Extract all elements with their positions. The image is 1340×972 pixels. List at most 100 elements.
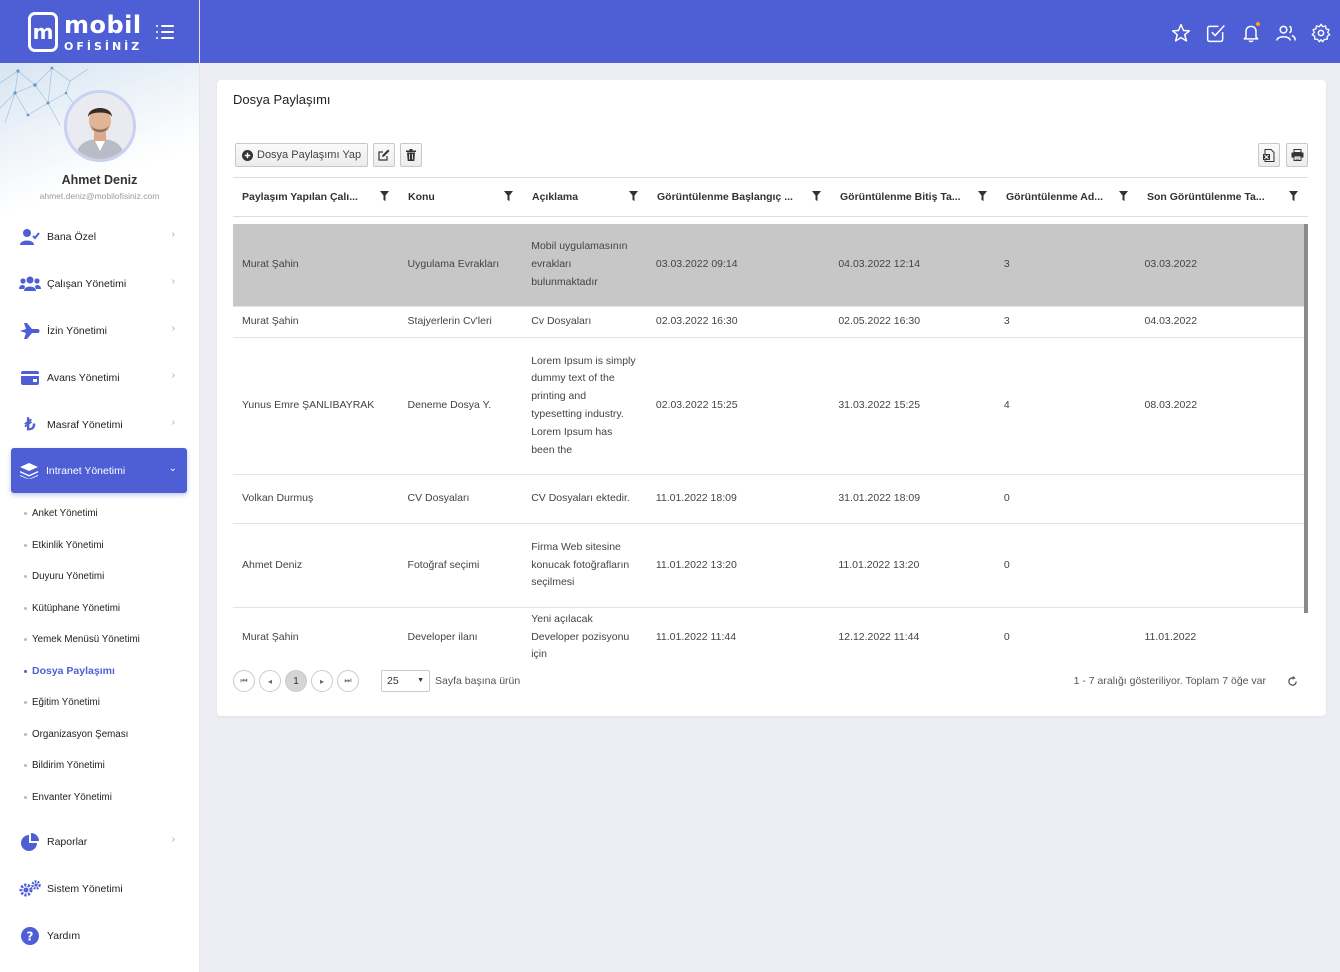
submenu-item-envanter[interactable]: Envanter Yönetimi (0, 782, 199, 814)
sidebar-item-label: Intranet Yönetimi (46, 464, 126, 477)
submenu-item-etkinlik[interactable]: Etkinlik Yönetimi (0, 530, 199, 562)
submenu-item-kutuphane[interactable]: Kütüphane Yönetimi (0, 593, 199, 625)
excel-icon (1263, 148, 1275, 162)
submenu-item-organizasyon-semasi[interactable]: Organizasyon Şeması (0, 719, 199, 751)
page-size-value: 25 (387, 675, 399, 687)
page-size-select[interactable]: 25 ▼ (381, 670, 430, 692)
filter-icon[interactable] (978, 191, 987, 204)
sidebar-item-sistem-yonetimi[interactable]: Sistem Yönetimi (0, 865, 199, 912)
submenu-label: Kütüphane Yönetimi (32, 602, 121, 614)
task-check-icon[interactable] (1205, 22, 1227, 44)
settings-gear-icon[interactable] (1310, 22, 1332, 44)
column-header-label: Görüntülenme Ad... (1006, 191, 1104, 203)
column-header[interactable]: Görüntülenme Bitiş Ta... (831, 178, 997, 216)
menu-toggle-icon[interactable] (156, 24, 175, 39)
sidebar: m mobil OFİSİNİZ Ahmet Deniz ahmet.deniz… (0, 0, 200, 972)
current-page-button[interactable]: 1 (285, 670, 307, 692)
trash-icon (406, 149, 417, 161)
export-excel-button[interactable] (1258, 143, 1280, 167)
help-icon: ? (19, 926, 41, 946)
pie-chart-icon (19, 832, 41, 852)
chevron-right-icon: › (171, 417, 175, 428)
sidebar-item-izin-yonetimi[interactable]: İzin Yönetimi › (0, 307, 199, 354)
submenu-item-egitim[interactable]: Eğitim Yönetimi (0, 687, 199, 719)
bullet-icon (24, 543, 27, 547)
add-file-share-button[interactable]: Dosya Paylaşımı Yap (235, 143, 369, 167)
table-cell: Ahmet Deniz (242, 558, 303, 571)
table-cell: 03.03.2022 (1144, 258, 1198, 271)
table-cell: Deneme Dosya Y. (407, 399, 492, 412)
chevron-right-icon: › (171, 276, 175, 287)
submenu-item-dosya-paylasimi[interactable]: Dosya Paylaşımı (0, 656, 199, 688)
avatar[interactable] (64, 90, 136, 162)
table-cell: Developer ilanı (407, 630, 478, 643)
people-icon[interactable] (1275, 22, 1297, 44)
filter-icon[interactable] (1119, 191, 1128, 204)
table-cell: 3 (1003, 258, 1010, 271)
sidebar-item-avans-yonetimi[interactable]: Avans Yönetimi › (0, 354, 199, 401)
submenu-label: Etkinlik Yönetimi (32, 539, 104, 551)
delete-button[interactable] (400, 143, 423, 167)
sidebar-item-calisan-yonetimi[interactable]: Çalışan Yönetimi › (0, 260, 199, 307)
table-row[interactable]: Volkan Durmuş CV Dosyaları CV Dosyaları ek… (233, 475, 1305, 524)
print-button[interactable] (1286, 143, 1308, 167)
filter-icon[interactable] (812, 191, 821, 204)
table-cell: 02.03.2022 16:30 (655, 315, 738, 328)
sidebar-item-label: Yardım (47, 929, 81, 942)
first-page-icon[interactable]: ⏮ (233, 670, 255, 692)
submenu-item-yemek-menusu[interactable]: Yemek Menüsü Yönetimi (0, 624, 199, 656)
table-row[interactable]: Ahmet Deniz Fotoğraf seçimi Firma Web site… (233, 524, 1305, 608)
bell-icon[interactable] (1240, 22, 1262, 44)
edit-button[interactable] (373, 143, 396, 167)
sidebar-item-label: Sistem Yönetimi (47, 882, 123, 895)
table-row[interactable]: Yunus Emre ŞANLIBAYRAK Deneme Dosya Y. Lor… (233, 338, 1305, 475)
table-row[interactable]: Murat Şahin Uygulama Evrakları Mobil uygul… (233, 224, 1305, 307)
logo[interactable]: mobil OFİSİNİZ (64, 11, 142, 53)
refresh-icon[interactable] (1287, 674, 1298, 692)
sidebar-item-bana-ozel[interactable]: Bana Özel › (0, 213, 199, 260)
filter-icon[interactable] (504, 191, 513, 204)
submenu-item-duyuru[interactable]: Duyuru Yönetimi (0, 561, 199, 593)
table-cell: Fotoğraf seçimi (407, 558, 480, 571)
next-page-icon[interactable]: ▸ (311, 670, 333, 692)
column-header[interactable]: Görüntülenme Başlangıç ... (648, 178, 831, 216)
table-cell: 0 (1003, 630, 1010, 643)
chevron-down-icon: ⌄ (168, 463, 177, 474)
filter-icon[interactable] (629, 191, 638, 204)
sidebar-item-yardim[interactable]: ? Yardım (0, 912, 199, 959)
star-icon[interactable] (1170, 22, 1192, 44)
bullet-icon (24, 701, 27, 705)
table-cell: 11.01.2022 18:09 (655, 492, 737, 505)
column-header[interactable]: Görüntülenme Ad... (997, 178, 1138, 216)
column-header[interactable]: Paylaşım Yapılan Çalı... (233, 178, 399, 216)
filter-icon[interactable] (1289, 191, 1298, 204)
submenu-item-bildirim[interactable]: Bildirim Yönetimi (0, 750, 199, 782)
column-header-label: Son Görüntülenme Ta... (1147, 191, 1265, 203)
sidebar-item-intranet-yonetimi[interactable]: Intranet Yönetimi ⌄ (11, 448, 187, 493)
column-header[interactable]: Açıklama (523, 178, 648, 216)
bullet-icon (24, 669, 27, 673)
layers-icon (18, 461, 40, 481)
prev-page-icon[interactable]: ◂ (259, 670, 281, 692)
table-row[interactable]: Murat Şahin Developer ilanı Yeni açılacak … (233, 608, 1305, 661)
table-cell: 0 (1003, 492, 1010, 505)
sidebar-item-raporlar[interactable]: Raporlar › (0, 818, 199, 865)
table-cell: Mobil uygulamasının evrakları bulunmakta… (531, 240, 628, 288)
table-cell: Murat Şahin (242, 258, 299, 271)
plus-circle-icon (242, 149, 253, 161)
table-row[interactable]: Murat Şahin Stajyerlerin Cv'leri Cv Dosyal… (233, 307, 1305, 338)
last-page-icon[interactable]: ⏭ (337, 670, 359, 692)
table-cell: Yeni açılacak Developer pozisyonu için (531, 612, 630, 661)
bullet-icon (24, 732, 27, 736)
sidebar-item-masraf-yonetimi[interactable]: ₺ Masraf Yönetimi › (0, 401, 199, 448)
column-header[interactable]: Konu (399, 178, 523, 216)
vertical-scrollbar[interactable] (1304, 224, 1308, 613)
page-title: Dosya Paylaşımı (233, 92, 331, 107)
svg-text:?: ? (27, 929, 34, 943)
user-email: ahmet.deniz@mobilofisiniz.com (39, 191, 160, 201)
submenu-item-anket[interactable]: Anket Yönetimi (0, 498, 199, 530)
filter-icon[interactable] (380, 191, 389, 204)
column-header[interactable]: Son Görüntülenme Ta... (1138, 178, 1308, 216)
table-cell (1135, 475, 1305, 523)
submenu-label: Anket Yönetimi (32, 508, 98, 520)
